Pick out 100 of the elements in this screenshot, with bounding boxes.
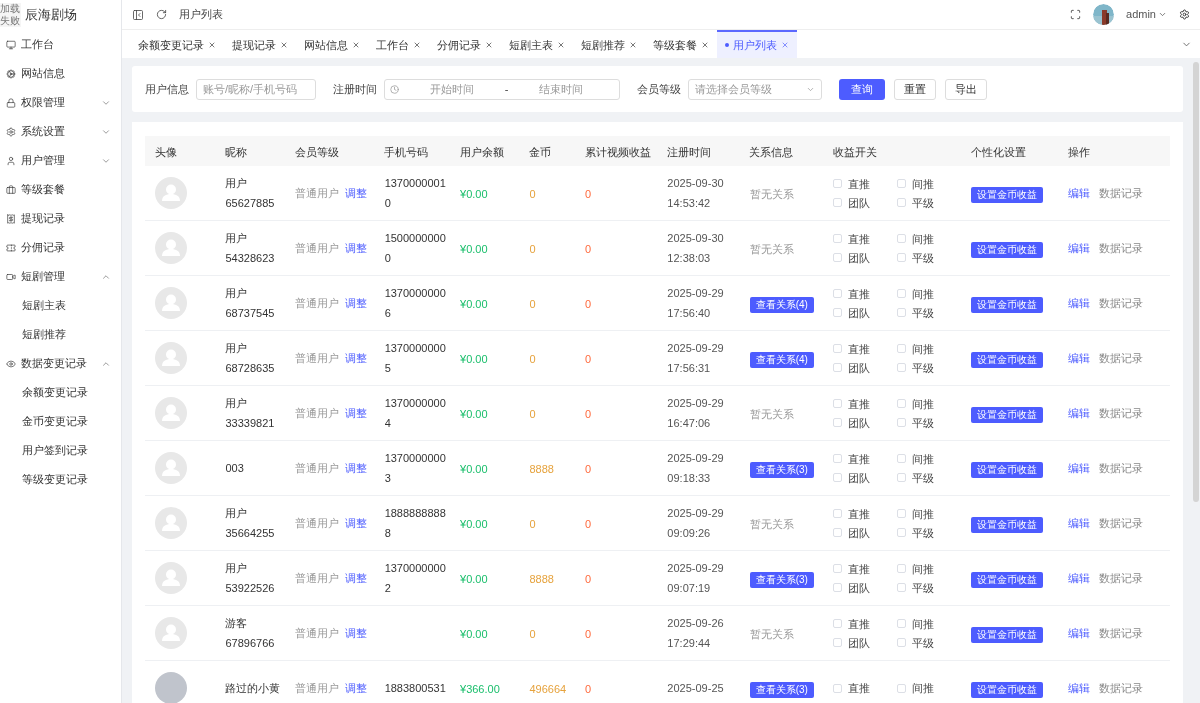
tab[interactable]: 用户列表 — [717, 30, 797, 58]
date-range-field[interactable]: 开始时间 - 结束时间 — [384, 78, 620, 100]
set-coin-income-button[interactable]: 设置金币收益 — [970, 517, 1043, 533]
adjust-link[interactable]: 调整 — [345, 348, 368, 368]
edit-link[interactable]: 编辑 — [1068, 458, 1090, 478]
income-switch-checkbox[interactable]: 直推 — [833, 615, 897, 632]
edit-link[interactable]: 编辑 — [1068, 568, 1090, 588]
income-switch-checkbox[interactable]: 平级 — [896, 579, 961, 596]
income-switch-checkbox[interactable]: 间推 — [896, 450, 961, 467]
set-coin-income-button[interactable]: 设置金币收益 — [970, 462, 1043, 478]
income-switch-checkbox[interactable]: 直推 — [833, 175, 897, 192]
edit-link[interactable]: 编辑 — [1068, 348, 1090, 368]
tab[interactable]: 网站信息 — [296, 30, 368, 58]
income-switch-checkbox[interactable]: 团队 — [833, 469, 897, 486]
income-switch-checkbox[interactable]: 间推 — [896, 505, 961, 522]
income-switch-checkbox[interactable]: 团队 — [833, 414, 897, 431]
income-switch-checkbox[interactable]: 团队 — [833, 249, 897, 266]
refresh-icon[interactable] — [156, 9, 167, 20]
income-switch-checkbox[interactable]: 直推 — [833, 395, 897, 412]
sidebar-subitem[interactable]: 等级变更记录 — [0, 465, 121, 494]
set-coin-income-button[interactable]: 设置金币收益 — [970, 572, 1043, 588]
income-switch-checkbox[interactable]: 直推 — [833, 560, 897, 577]
adjust-link[interactable]: 调整 — [345, 238, 368, 258]
income-switch-checkbox[interactable]: 平级 — [896, 524, 961, 541]
income-switch-checkbox[interactable]: 直推 — [833, 450, 897, 467]
sidebar-item[interactable]: 等级套餐 — [0, 175, 121, 204]
income-switch-checkbox[interactable]: 直推 — [833, 505, 897, 522]
income-switch-checkbox[interactable]: 间推 — [896, 285, 961, 302]
set-coin-income-button[interactable]: 设置金币收益 — [970, 242, 1043, 258]
sidebar-subitem[interactable]: 短剧主表 — [0, 291, 121, 320]
close-icon[interactable] — [629, 41, 637, 49]
income-switch-checkbox[interactable]: 直推 — [833, 285, 897, 302]
edit-link[interactable]: 编辑 — [1068, 623, 1090, 643]
adjust-link[interactable]: 调整 — [345, 568, 368, 588]
collapse-sidebar-icon[interactable] — [132, 8, 144, 21]
data-records-link[interactable]: 数据记录 — [1099, 458, 1143, 478]
data-records-link[interactable]: 数据记录 — [1099, 238, 1143, 258]
sidebar-subitem[interactable]: 金币变更记录 — [0, 407, 121, 436]
set-coin-income-button[interactable]: 设置金币收益 — [970, 187, 1043, 203]
adjust-link[interactable]: 调整 — [345, 513, 368, 533]
income-switch-checkbox[interactable]: 直推 — [833, 340, 897, 357]
data-records-link[interactable]: 数据记录 — [1099, 678, 1143, 698]
income-switch-checkbox[interactable]: 平级 — [896, 359, 961, 376]
tab[interactable]: 等级套餐 — [645, 30, 717, 58]
filter-button[interactable]: 重置 — [894, 78, 936, 100]
edit-link[interactable]: 编辑 — [1068, 403, 1090, 423]
sidebar-subitem[interactable]: 短剧推荐 — [0, 320, 121, 349]
filter-button[interactable]: 查询 — [839, 78, 885, 100]
sidebar-item[interactable]: 工作台 — [0, 30, 121, 59]
income-switch-checkbox[interactable]: 平级 — [896, 414, 961, 431]
adjust-link[interactable]: 调整 — [345, 678, 368, 698]
sidebar-subitem[interactable]: 余额变更记录 — [0, 378, 121, 407]
close-icon[interactable] — [557, 41, 565, 49]
view-relation-button[interactable]: 查看关系(4) — [749, 297, 814, 313]
income-switch-checkbox[interactable]: 团队 — [833, 304, 897, 321]
tab[interactable]: 提现记录 — [224, 30, 296, 58]
data-records-link[interactable]: 数据记录 — [1099, 623, 1143, 643]
sidebar-item[interactable]: 分佣记录 — [0, 233, 121, 262]
data-records-link[interactable]: 数据记录 — [1099, 183, 1143, 203]
set-coin-income-button[interactable]: 设置金币收益 — [970, 407, 1043, 423]
scrollbar[interactable] — [1193, 62, 1199, 502]
income-switch-checkbox[interactable]: 平级 — [896, 469, 961, 486]
edit-link[interactable]: 编辑 — [1068, 238, 1090, 258]
adjust-link[interactable]: 调整 — [345, 403, 368, 423]
data-records-link[interactable]: 数据记录 — [1099, 348, 1143, 368]
data-records-link[interactable]: 数据记录 — [1099, 513, 1143, 533]
set-coin-income-button[interactable]: 设置金币收益 — [970, 297, 1043, 313]
income-switch-checkbox[interactable]: 间推 — [896, 175, 961, 192]
income-switch-checkbox[interactable]: 团队 — [833, 359, 897, 376]
user-menu[interactable]: admin — [1126, 6, 1167, 23]
user-info-field[interactable]: 账号/昵称/手机号码 — [196, 78, 316, 100]
close-icon[interactable] — [352, 41, 360, 49]
set-coin-income-button[interactable]: 设置金币收益 — [970, 627, 1043, 643]
income-switch-checkbox[interactable]: 间推 — [896, 680, 961, 696]
data-records-link[interactable]: 数据记录 — [1099, 403, 1143, 423]
sidebar-item[interactable]: 提现记录 — [0, 204, 121, 233]
sidebar-subitem[interactable]: 用户签到记录 — [0, 436, 121, 465]
tab[interactable]: 分佣记录 — [429, 30, 501, 58]
adjust-link[interactable]: 调整 — [345, 293, 368, 313]
edit-link[interactable]: 编辑 — [1068, 293, 1090, 313]
income-switch-checkbox[interactable]: 平级 — [896, 304, 961, 321]
edit-link[interactable]: 编辑 — [1068, 513, 1090, 533]
close-icon[interactable] — [280, 41, 288, 49]
sidebar-item[interactable]: 权限管理 — [0, 88, 121, 117]
sidebar-item[interactable]: 用户管理 — [0, 146, 121, 175]
sidebar-item[interactable]: 短剧管理 — [0, 262, 121, 291]
income-switch-checkbox[interactable]: 间推 — [896, 340, 961, 357]
income-switch-checkbox[interactable]: 平级 — [896, 634, 961, 651]
income-switch-checkbox[interactable]: 团队 — [833, 634, 897, 651]
data-records-link[interactable]: 数据记录 — [1099, 568, 1143, 588]
set-coin-income-button[interactable]: 设置金币收益 — [970, 352, 1043, 368]
close-icon[interactable] — [485, 41, 493, 49]
close-icon[interactable] — [701, 41, 709, 49]
view-relation-button[interactable]: 查看关系(3) — [749, 462, 814, 478]
income-switch-checkbox[interactable]: 团队 — [833, 579, 897, 596]
tab[interactable]: 短剧推荐 — [573, 30, 645, 58]
income-switch-checkbox[interactable]: 平级 — [896, 194, 961, 211]
adjust-link[interactable]: 调整 — [345, 623, 368, 643]
view-relation-button[interactable]: 查看关系(4) — [749, 352, 814, 368]
income-switch-checkbox[interactable]: 团队 — [833, 524, 897, 541]
